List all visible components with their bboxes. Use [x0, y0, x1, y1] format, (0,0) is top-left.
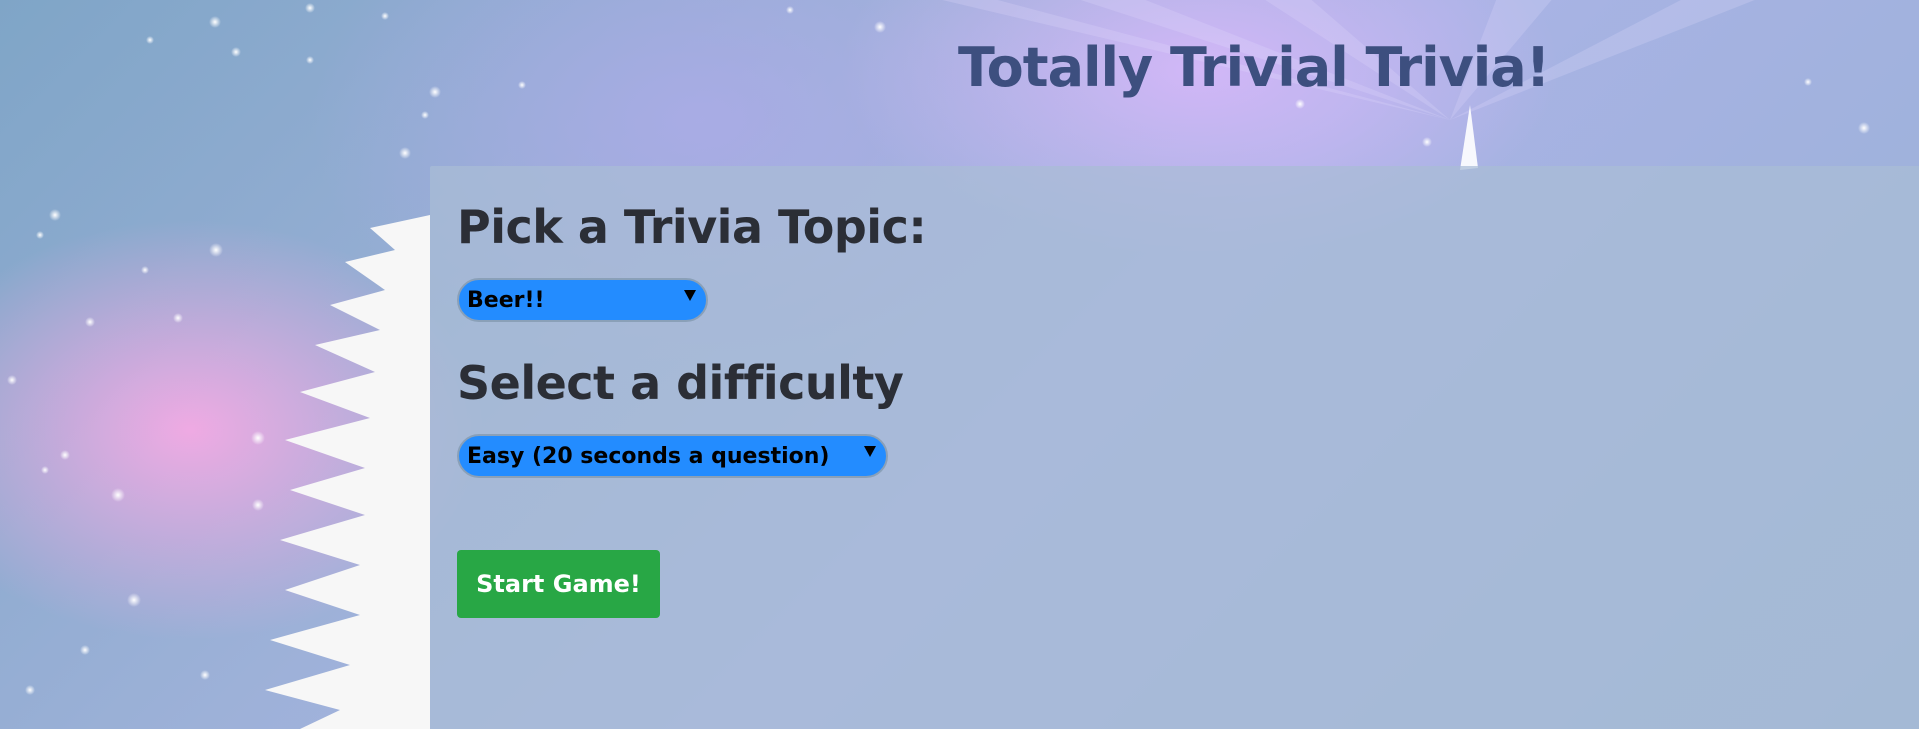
dropdown-arrow-icon: [684, 290, 696, 301]
topic-select-value: Beer!!: [467, 287, 545, 313]
difficulty-select-value: Easy (20 seconds a question): [467, 443, 830, 469]
setup-panel: Pick a Trivia Topic: Beer!! Select a dif…: [430, 166, 1919, 729]
difficulty-select[interactable]: Easy (20 seconds a question): [457, 434, 888, 478]
start-game-button[interactable]: Start Game!: [457, 550, 660, 618]
app-screen: Totally Trivial Trivia! Pick a Trivia To…: [0, 0, 1919, 729]
dropdown-arrow-icon: [864, 446, 876, 457]
topic-select[interactable]: Beer!!: [457, 278, 708, 322]
topic-heading: Pick a Trivia Topic:: [457, 200, 927, 254]
difficulty-heading: Select a difficulty: [457, 356, 904, 410]
app-title: Totally Trivial Trivia!: [958, 36, 1550, 99]
